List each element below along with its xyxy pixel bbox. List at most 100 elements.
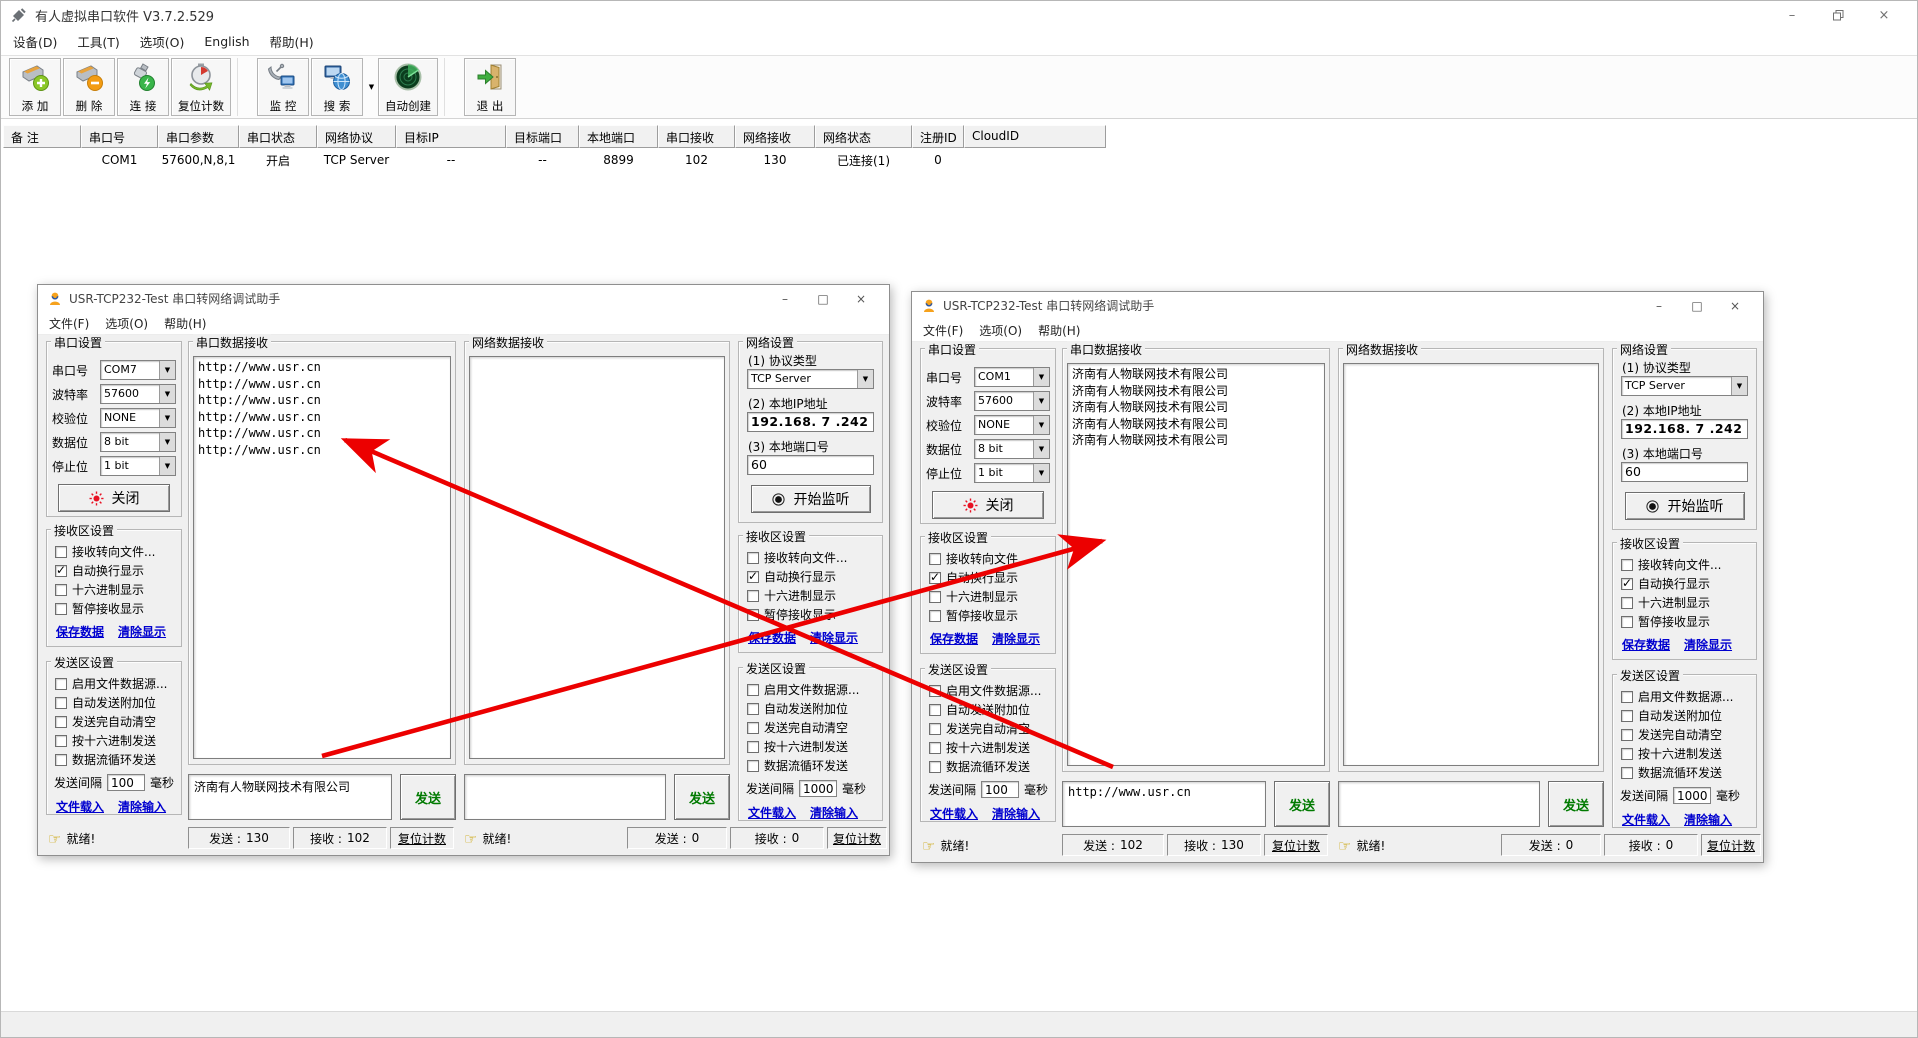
local-port-input[interactable]: 60 [747,455,874,475]
checkbox-recv-to-file[interactable]: 接收转向文件... [926,549,1050,568]
local-ip-input[interactable]: 192.168. 7 .242 [1621,419,1748,439]
col-header-local-port[interactable]: 本地端口 [579,125,658,148]
checkbox-auto-newline[interactable]: 自动换行显示 [744,567,877,586]
checkbox-hex-display[interactable]: 十六进制显示 [926,587,1050,606]
checkbox-hex-display[interactable]: 十六进制显示 [1618,593,1751,612]
col-header-target-port[interactable]: 目标端口 [506,125,579,148]
com-port-select[interactable]: COM1▼ [974,367,1050,387]
save-data-link[interactable]: 保存数据 [1622,636,1670,653]
menu-help[interactable]: 帮助(H) [270,32,314,51]
col-header-net-rx[interactable]: 网络接收 [735,125,815,148]
net-send-input[interactable] [1338,781,1540,827]
clear-input-link[interactable]: 清除输入 [1684,811,1732,828]
dialog-menu-help[interactable]: 帮助(H) [1038,322,1080,339]
clear-input-link[interactable]: 清除输入 [118,798,166,815]
col-header-serial-params[interactable]: 串口参数 [158,125,239,148]
net-recv-area[interactable] [469,356,725,759]
checkbox-loop-send[interactable]: 数据流循环发送 [52,750,176,769]
serial-recv-area[interactable]: 济南有人物联网技术有限公司 济南有人物联网技术有限公司 济南有人物联网技术有限公… [1067,363,1325,766]
load-file-link[interactable]: 文件载入 [930,805,978,822]
dialog-maximize-button[interactable]: □ [1678,299,1716,313]
serial-send-interval-input[interactable]: 100 [981,781,1019,798]
dialog-close-button[interactable]: × [842,292,880,306]
main-titlebar[interactable]: 有人虚拟串口软件 V3.7.2.529 – × [1,1,1917,29]
minimize-button[interactable]: – [1769,1,1815,29]
col-header-serial-state[interactable]: 串口状态 [239,125,317,148]
checkbox-loop-send[interactable]: 数据流循环发送 [744,756,877,775]
checkbox-auto-newline[interactable]: 自动换行显示 [1618,574,1751,593]
dialog-menu-file[interactable]: 文件(F) [49,315,89,332]
auto-create-button[interactable]: 自动创建 [378,58,438,116]
start-listen-button[interactable]: 开始监听 [1625,492,1745,520]
save-data-link[interactable]: 保存数据 [930,630,978,647]
col-header-remark[interactable]: 备 注 [3,125,81,148]
baud-rate-select[interactable]: 57600▼ [100,384,176,404]
start-listen-button[interactable]: 开始监听 [751,485,871,513]
search-dropdown-arrow[interactable]: ▼ [365,58,378,116]
device-table-row[interactable]: COM1 57600,N,8,1 开启 TCP Server -- -- 889… [3,149,1106,171]
checkbox-recv-to-file[interactable]: 接收转向文件... [1618,555,1751,574]
parity-select[interactable]: NONE▼ [974,415,1050,435]
checkbox-pause-recv[interactable]: 暂停接收显示 [52,599,176,618]
checkbox-loop-send[interactable]: 数据流循环发送 [926,757,1050,776]
checkbox-recv-to-file[interactable]: 接收转向文件... [744,548,877,567]
reset-count-button[interactable]: 复位计数 [171,58,231,116]
stop-bits-select[interactable]: 1 bit▼ [974,463,1050,483]
close-serial-button[interactable]: 关闭 [932,491,1044,519]
checkbox-hex-send[interactable]: 按十六进制发送 [52,731,176,750]
dialog-minimize-button[interactable]: – [766,292,804,306]
checkbox-pause-recv[interactable]: 暂停接收显示 [744,605,877,624]
save-data-link[interactable]: 保存数据 [56,623,104,640]
serial-send-input[interactable]: 济南有人物联网技术有限公司 [188,774,392,820]
dialog-minimize-button[interactable]: – [1640,299,1678,313]
serial-send-button[interactable]: 发送 [400,774,456,820]
search-button[interactable]: 搜 索 [311,58,363,116]
save-data-link[interactable]: 保存数据 [748,629,796,646]
serial-send-input[interactable]: http://www.usr.cn [1062,781,1266,827]
net-send-input[interactable] [464,774,666,820]
col-header-com-port[interactable]: 串口号 [81,125,158,148]
dialog-titlebar[interactable]: USR-TCP232-Test 串口转网络调试助手 – □ × [912,292,1763,319]
dialog-menu-options[interactable]: 选项(O) [979,322,1022,339]
clear-input-link[interactable]: 清除输入 [992,805,1040,822]
net-send-button[interactable]: 发送 [1548,781,1604,827]
local-port-input[interactable]: 60 [1621,462,1748,482]
data-bits-select[interactable]: 8 bit▼ [974,439,1050,459]
checkbox-loop-send[interactable]: 数据流循环发送 [1618,763,1751,782]
net-send-interval-input[interactable]: 1000 [799,780,837,797]
monitor-button[interactable]: 监 控 [257,58,309,116]
checkbox-hex-send[interactable]: 按十六进制发送 [744,737,877,756]
parity-select[interactable]: NONE▼ [100,408,176,428]
close-button[interactable]: × [1861,1,1907,29]
checkbox-hex-display[interactable]: 十六进制显示 [744,586,877,605]
stop-bits-select[interactable]: 1 bit▼ [100,456,176,476]
clear-display-link[interactable]: 清除显示 [810,629,858,646]
protocol-select[interactable]: TCP Server▼ [747,369,874,389]
menu-device[interactable]: 设备(D) [13,32,57,51]
col-header-cloud-id[interactable]: CloudID [964,125,1106,148]
checkbox-recv-to-file[interactable]: 接收转向文件... [52,542,176,561]
dialog-titlebar[interactable]: USR-TCP232-Test 串口转网络调试助手 – □ × [38,285,889,312]
net-send-button[interactable]: 发送 [674,774,730,820]
net-recv-area[interactable] [1343,363,1599,766]
checkbox-hex-send[interactable]: 按十六进制发送 [1618,744,1751,763]
checkbox-auto-append[interactable]: 自动发送附加位 [52,693,176,712]
com-port-select[interactable]: COM7▼ [100,360,176,380]
menu-options[interactable]: 选项(O) [140,32,185,51]
checkbox-auto-newline[interactable]: 自动换行显示 [926,568,1050,587]
checkbox-auto-append[interactable]: 自动发送附加位 [926,700,1050,719]
checkbox-pause-recv[interactable]: 暂停接收显示 [926,606,1050,625]
close-serial-button[interactable]: 关闭 [58,484,170,512]
menu-english[interactable]: English [204,34,249,49]
load-file-link[interactable]: 文件载入 [56,798,104,815]
delete-device-button[interactable]: 删 除 [63,58,115,116]
protocol-select[interactable]: TCP Server▼ [1621,376,1748,396]
exit-button[interactable]: 退 出 [464,58,516,116]
clear-display-link[interactable]: 清除显示 [118,623,166,640]
col-header-reg-id[interactable]: 注册ID [912,125,964,148]
serial-send-button[interactable]: 发送 [1274,781,1330,827]
clear-input-link[interactable]: 清除输入 [810,804,858,821]
checkbox-auto-append[interactable]: 自动发送附加位 [744,699,877,718]
checkbox-file-datasource[interactable]: 启用文件数据源... [926,681,1050,700]
checkbox-hex-send[interactable]: 按十六进制发送 [926,738,1050,757]
